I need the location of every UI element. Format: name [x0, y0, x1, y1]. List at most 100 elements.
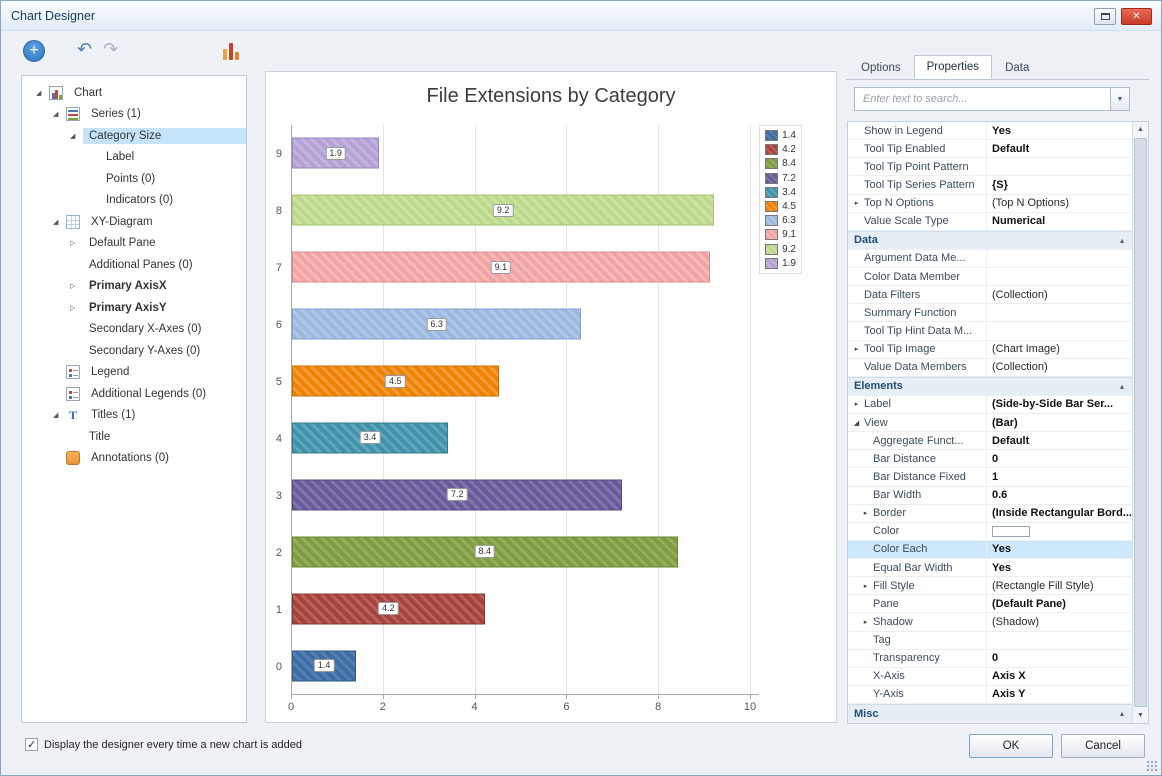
property-row[interactable]: Aggregate Funct... Default — [848, 432, 1132, 451]
property-row[interactable]: Bar Distance 0 — [848, 450, 1132, 469]
tab-data[interactable]: Data — [992, 57, 1042, 79]
legend-entry[interactable]: 4.5 — [765, 200, 796, 212]
expand-icon[interactable]: ▷ — [70, 282, 83, 290]
collapse-icon[interactable]: ▴ — [1112, 232, 1132, 249]
bar-category-7[interactable]: 9.1 — [292, 251, 710, 283]
property-value[interactable]: Default — [987, 432, 1132, 449]
legend-entry[interactable]: 4.2 — [765, 144, 796, 156]
property-value[interactable] — [987, 322, 1132, 339]
property-value[interactable]: (Default Pane) — [987, 595, 1132, 612]
property-value[interactable]: Axis Y — [987, 686, 1132, 703]
property-row[interactable]: Bar Width 0.6 — [848, 486, 1132, 505]
scroll-thumb[interactable] — [1134, 138, 1147, 707]
close-button[interactable]: ✕ — [1121, 8, 1152, 25]
tree-item[interactable]: ◢ Chart — [22, 82, 246, 104]
property-row[interactable]: ▸ Shadow (Shadow) — [848, 613, 1132, 632]
property-row[interactable]: Tag — [848, 631, 1132, 650]
bar-category-8[interactable]: 9.2 — [292, 194, 715, 226]
tree-item[interactable]: Annotations (0) — [22, 448, 246, 470]
property-row[interactable]: ▸ Top N Options (Top N Options) — [848, 194, 1132, 213]
property-value[interactable]: (Collection) — [987, 359, 1132, 376]
property-value[interactable] — [987, 304, 1132, 321]
add-chart-element-button[interactable]: + — [23, 40, 45, 62]
property-row[interactable]: Y-Axis Axis Y — [848, 685, 1132, 704]
tree-item[interactable]: ◢ XY-Diagram — [22, 211, 246, 233]
tree-item[interactable]: Legend — [22, 362, 246, 384]
bar-category-5[interactable]: 4.5 — [292, 365, 499, 397]
property-value[interactable]: (Chart Image) — [987, 341, 1132, 358]
expand-icon[interactable]: ▷ — [70, 304, 83, 312]
legend-entry[interactable]: 9.1 — [765, 229, 796, 241]
cancel-button[interactable]: Cancel — [1061, 734, 1145, 758]
property-row[interactable]: Show in Legend Yes — [848, 122, 1132, 141]
property-row[interactable]: ▸ Fill Style (Rectangle Fill Style) — [848, 577, 1132, 596]
bar-category-0[interactable]: 1.4 — [292, 650, 357, 682]
property-value[interactable]: {S} — [987, 176, 1132, 193]
tree-item[interactable]: Title — [22, 426, 246, 448]
tree-item[interactable]: ◢ T Titles (1) — [22, 405, 246, 427]
ok-button[interactable]: OK — [969, 734, 1053, 758]
property-row[interactable]: Data Filters (Collection) — [848, 286, 1132, 305]
expand-icon[interactable]: ▸ — [851, 345, 862, 353]
tree-item[interactable]: Indicators (0) — [22, 190, 246, 212]
bar-category-3[interactable]: 7.2 — [292, 479, 623, 511]
collapse-icon[interactable]: ◢ — [53, 218, 66, 226]
tree-item[interactable]: ▷ Primary AxisY — [22, 297, 246, 319]
expand-icon[interactable]: ▸ — [851, 199, 862, 207]
legend-entry[interactable]: 3.4 — [765, 186, 796, 198]
scroll-up-icon[interactable]: ▲ — [1133, 122, 1148, 137]
property-value[interactable]: (Rectangle Fill Style) — [987, 577, 1132, 594]
property-category-misc[interactable]: Misc ▴ — [848, 704, 1132, 723]
collapse-icon[interactable]: ▴ — [1112, 705, 1132, 722]
property-row[interactable]: ◢ View (Bar) — [848, 414, 1132, 433]
property-row[interactable]: Tool Tip Point Pattern — [848, 158, 1132, 177]
property-row[interactable]: ▸ Border (Inside Rectangular Bord... — [848, 504, 1132, 523]
expand-icon[interactable]: ▸ — [860, 618, 871, 626]
property-row[interactable]: Color — [848, 522, 1132, 541]
property-row[interactable]: Value Data Members (Collection) — [848, 358, 1132, 377]
tab-properties[interactable]: Properties — [913, 55, 993, 79]
tree-item[interactable]: ◢ Series (1) — [22, 104, 246, 126]
tree-item[interactable]: Additional Panes (0) — [22, 254, 246, 276]
property-value[interactable]: (Shadow) — [987, 613, 1132, 630]
property-row[interactable]: ▸ Label (Side-by-Side Bar Ser... — [848, 395, 1132, 414]
property-category-data[interactable]: Data ▴ — [848, 230, 1132, 250]
redo-button[interactable]: ↷ — [103, 39, 118, 60]
legend-entry[interactable]: 9.2 — [765, 243, 796, 255]
bar-category-4[interactable]: 3.4 — [292, 422, 449, 454]
collapse-icon[interactable]: ▴ — [1112, 378, 1132, 395]
property-row[interactable]: Tool Tip Series Pattern {S} — [848, 176, 1132, 195]
property-value[interactable]: (Inside Rectangular Bord... — [987, 505, 1132, 522]
property-value[interactable] — [987, 523, 1132, 540]
property-row[interactable]: Color Each Yes — [848, 540, 1132, 559]
expand-icon[interactable]: ▸ — [860, 582, 871, 590]
property-row[interactable]: Transparency 0 — [848, 649, 1132, 668]
property-value[interactable]: (Bar) — [987, 414, 1132, 431]
property-category-elements[interactable]: Elements ▴ — [848, 376, 1132, 396]
property-value[interactable]: (Top N Options) — [987, 195, 1132, 212]
tree-item[interactable]: Additional Legends (0) — [22, 383, 246, 405]
tree-item[interactable]: Secondary Y-Axes (0) — [22, 340, 246, 362]
property-value[interactable]: Numerical — [987, 213, 1132, 230]
property-value[interactable]: Yes — [987, 559, 1132, 576]
expand-icon[interactable]: ▸ — [860, 509, 871, 517]
property-value[interactable]: 1 — [987, 468, 1132, 485]
expand-icon[interactable]: ▸ — [851, 400, 862, 408]
color-swatch[interactable] — [992, 525, 1030, 537]
tree-item[interactable]: Label — [22, 147, 246, 169]
tree-item[interactable]: ◢ Category Size — [22, 125, 246, 147]
tree-item[interactable]: Secondary X-Axes (0) — [22, 319, 246, 341]
collapse-icon[interactable]: ◢ — [70, 132, 83, 140]
tab-options[interactable]: Options — [848, 57, 914, 79]
property-row[interactable]: Pane (Default Pane) — [848, 595, 1132, 614]
property-value[interactable]: 0 — [987, 650, 1132, 667]
property-value[interactable] — [987, 632, 1132, 649]
legend-entry[interactable]: 1.4 — [765, 130, 796, 141]
property-value[interactable]: 0.6 — [987, 487, 1132, 504]
bar-category-9[interactable]: 1.9 — [292, 137, 380, 169]
search-dropdown-button[interactable]: ▼ — [1110, 88, 1129, 110]
collapse-icon[interactable]: ◢ — [36, 89, 49, 97]
property-value[interactable]: Yes — [987, 122, 1132, 139]
property-row[interactable]: X-Axis Axis X — [848, 667, 1132, 686]
expand-icon[interactable]: ▷ — [70, 239, 83, 247]
